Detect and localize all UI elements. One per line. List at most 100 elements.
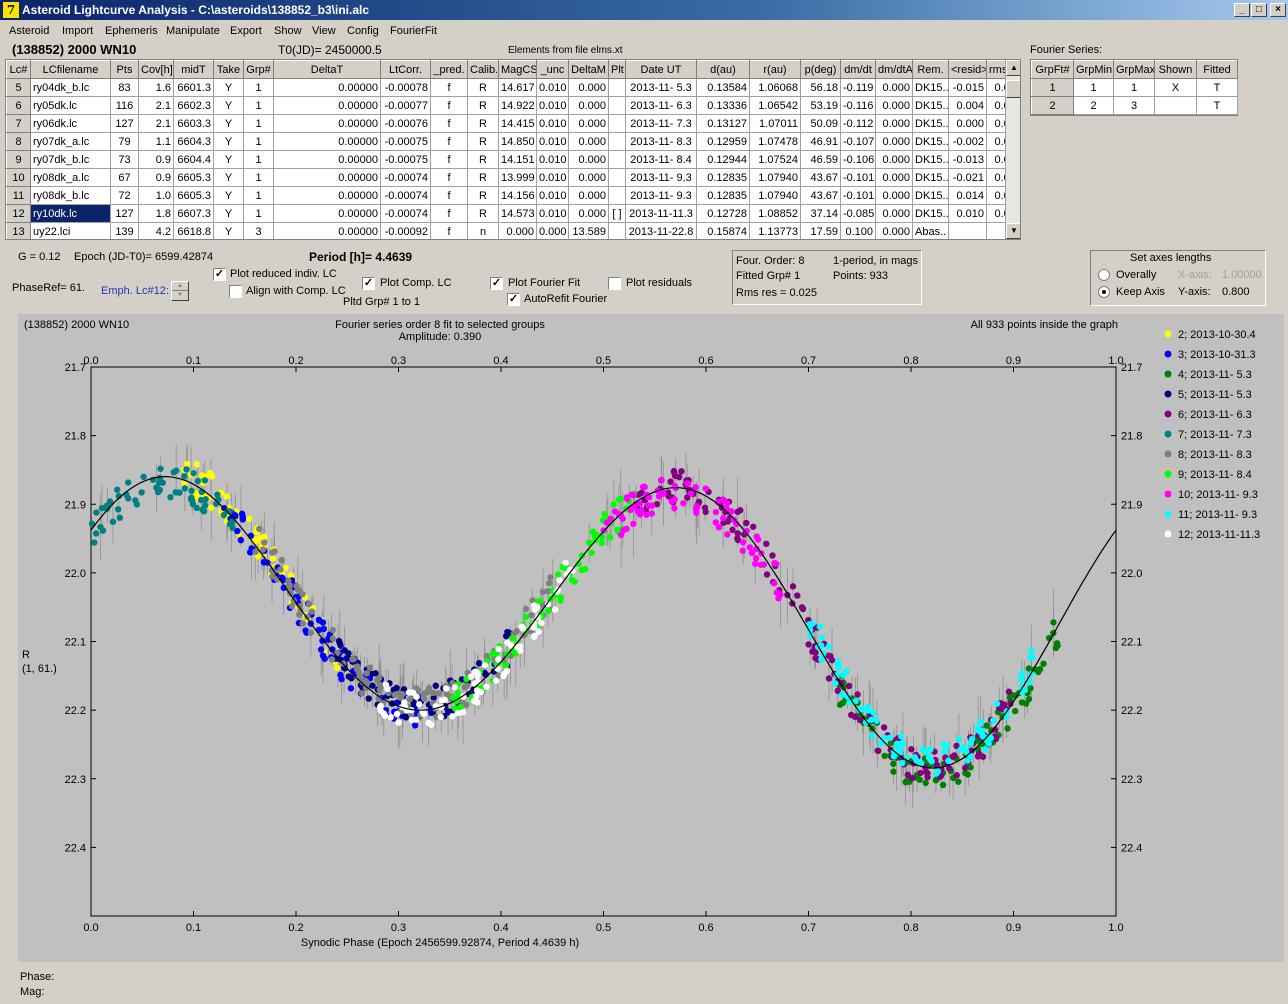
table-cell[interactable]: f xyxy=(430,168,468,187)
col-header[interactable]: LtCorr. xyxy=(380,60,431,79)
col-header[interactable]: DeltaT xyxy=(273,60,381,79)
table-cell[interactable]: -0.00092 xyxy=(380,222,431,239)
table-cell[interactable]: 0.000 xyxy=(568,132,609,151)
table-cell[interactable]: 0.000 xyxy=(536,222,569,239)
table-cell[interactable]: 1.0 xyxy=(138,186,174,205)
table-cell[interactable]: 0.010 xyxy=(948,204,987,223)
table-cell[interactable]: 14.617 xyxy=(498,78,537,97)
table-cell[interactable]: -0.116 xyxy=(840,96,876,115)
table-cell[interactable]: 6602.3 xyxy=(173,96,214,115)
table-cell[interactable]: ry07dk_b.lc xyxy=(30,150,111,169)
table-cell[interactable]: 6603.3 xyxy=(173,114,214,133)
table-cell[interactable]: 1.06542 xyxy=(749,96,801,115)
fourier-group-number[interactable]: 1 xyxy=(1031,78,1074,97)
table-cell[interactable]: 0.000 xyxy=(875,186,913,205)
table-cell[interactable]: 116 xyxy=(110,96,139,115)
row-number[interactable]: 5 xyxy=(6,78,31,97)
table-cell[interactable]: 0.000 xyxy=(568,150,609,169)
table-cell[interactable]: 53.19 xyxy=(800,96,841,115)
table-cell[interactable]: 1 xyxy=(243,78,274,97)
table-cell[interactable]: R xyxy=(467,132,499,151)
fourier-col-header[interactable]: GrpFt# xyxy=(1031,60,1074,79)
table-cell[interactable]: 0.010 xyxy=(536,204,569,223)
table-cell[interactable]: Y xyxy=(213,150,244,169)
table-cell[interactable]: DK15.. xyxy=(912,78,949,97)
fourier-col-header[interactable]: Shown xyxy=(1154,60,1197,79)
fourier-col-header[interactable]: GrpMax xyxy=(1113,60,1155,79)
y-axis-length[interactable]: 0.800 xyxy=(1222,286,1250,298)
table-cell[interactable]: DK15.. xyxy=(912,96,949,115)
table-row[interactable]: 12 ry10dk.lc 127 1.8 6607.3 Y 1 0.00000 -0.00074… xyxy=(6,204,1020,223)
table-cell[interactable]: 0.9 xyxy=(138,150,174,169)
table-cell[interactable]: 72 xyxy=(110,186,139,205)
table-cell[interactable]: 0.000 xyxy=(568,204,609,223)
table-row[interactable]: 7 ry06dk.lc 127 2.1 6603.3 Y 1 0.00000 -0.00076 f… xyxy=(6,114,1020,133)
table-cell[interactable]: 67 xyxy=(110,168,139,187)
table-cell[interactable]: 0.13127 xyxy=(696,114,750,133)
table-cell[interactable] xyxy=(608,132,626,151)
table-cell[interactable]: ry10dk.lc xyxy=(30,204,111,223)
table-cell[interactable]: 1 xyxy=(243,114,274,133)
table-cell[interactable]: Y xyxy=(213,78,244,97)
col-header[interactable]: Date UT xyxy=(625,60,697,79)
table-cell[interactable]: 2013-11- 6.3 xyxy=(625,96,697,115)
table-cell[interactable]: 0.000 xyxy=(568,96,609,115)
table-cell[interactable]: 0.00000 xyxy=(273,204,381,223)
table-cell[interactable]: R xyxy=(467,168,499,187)
table-cell[interactable]: 139 xyxy=(110,222,139,239)
table-cell[interactable]: 43.67 xyxy=(800,168,841,187)
table-cell[interactable]: 37.14 xyxy=(800,204,841,223)
table-cell[interactable]: 0.000 xyxy=(875,78,913,97)
scroll-down-arrow-icon[interactable]: ▼ xyxy=(1006,223,1020,239)
table-cell[interactable]: 0.000 xyxy=(875,96,913,115)
table-cell[interactable]: 14.850 xyxy=(498,132,537,151)
col-header[interactable]: midT xyxy=(173,60,214,79)
table-cell[interactable]: 1.07524 xyxy=(749,150,801,169)
table-cell[interactable]: 2013-11- 7.3 xyxy=(625,114,697,133)
table-cell[interactable]: ry06dk.lc xyxy=(30,114,111,133)
table-cell[interactable]: -0.112 xyxy=(840,114,876,133)
table-cell[interactable]: 0.000 xyxy=(875,204,913,223)
table-cell[interactable]: 2013-11-11.3 xyxy=(625,204,697,223)
table-cell[interactable]: 0.000 xyxy=(875,114,913,133)
table-cell[interactable]: 73 xyxy=(110,150,139,169)
table-cell[interactable] xyxy=(608,168,626,187)
table-cell[interactable]: 1.07478 xyxy=(749,132,801,151)
autorefit-checkbox[interactable]: ✓ xyxy=(507,293,520,306)
table-row[interactable]: 5 ry04dk_b.lc 83 1.6 6601.3 Y 1 0.00000 -0.00078… xyxy=(6,78,1020,97)
table-cell[interactable]: -0.101 xyxy=(840,186,876,205)
plot-comp-checkbox[interactable]: ✓ xyxy=(362,277,375,290)
fourier-col-header[interactable]: Fitted xyxy=(1196,60,1238,79)
table-cell[interactable]: Y xyxy=(213,114,244,133)
table-cell[interactable]: 0.010 xyxy=(536,96,569,115)
table-cell[interactable]: 50.09 xyxy=(800,114,841,133)
align-checkbox[interactable] xyxy=(229,285,242,298)
col-header[interactable]: Rem. xyxy=(912,60,949,79)
table-cell[interactable]: 0.9 xyxy=(138,168,174,187)
table-cell[interactable]: 0.00000 xyxy=(273,222,381,239)
table-cell[interactable]: 0.000 xyxy=(948,114,987,133)
table-cell[interactable]: f xyxy=(430,150,468,169)
col-header[interactable]: _unc xyxy=(536,60,569,79)
table-cell[interactable]: Y xyxy=(213,168,244,187)
table-cell[interactable]: -0.00074 xyxy=(380,186,431,205)
close-button[interactable]: × xyxy=(1270,3,1286,17)
fourier-cell[interactable]: T xyxy=(1196,96,1238,115)
table-cell[interactable]: 0.010 xyxy=(536,114,569,133)
table-cell[interactable]: R xyxy=(467,186,499,205)
table-cell[interactable]: f xyxy=(430,96,468,115)
fourier-cell[interactable]: X xyxy=(1154,78,1197,97)
menu-fourierfit[interactable]: FourierFit xyxy=(390,25,437,37)
table-cell[interactable]: Y xyxy=(213,222,244,239)
col-header[interactable]: Calib. xyxy=(467,60,499,79)
table-cell[interactable]: 127 xyxy=(110,204,139,223)
table-cell[interactable]: 14.922 xyxy=(498,96,537,115)
maximize-button[interactable]: □ xyxy=(1251,3,1267,17)
table-cell[interactable]: 0.100 xyxy=(840,222,876,239)
table-row[interactable]: 10 ry08dk_a.lc 67 0.9 6605.3 Y 1 0.00000 -0.0007… xyxy=(6,168,1020,187)
table-cell[interactable]: -0.00077 xyxy=(380,96,431,115)
table-cell[interactable]: 0.12835 xyxy=(696,186,750,205)
table-cell[interactable]: 0.000 xyxy=(875,168,913,187)
table-cell[interactable]: 83 xyxy=(110,78,139,97)
table-cell[interactable]: 0.00000 xyxy=(273,78,381,97)
